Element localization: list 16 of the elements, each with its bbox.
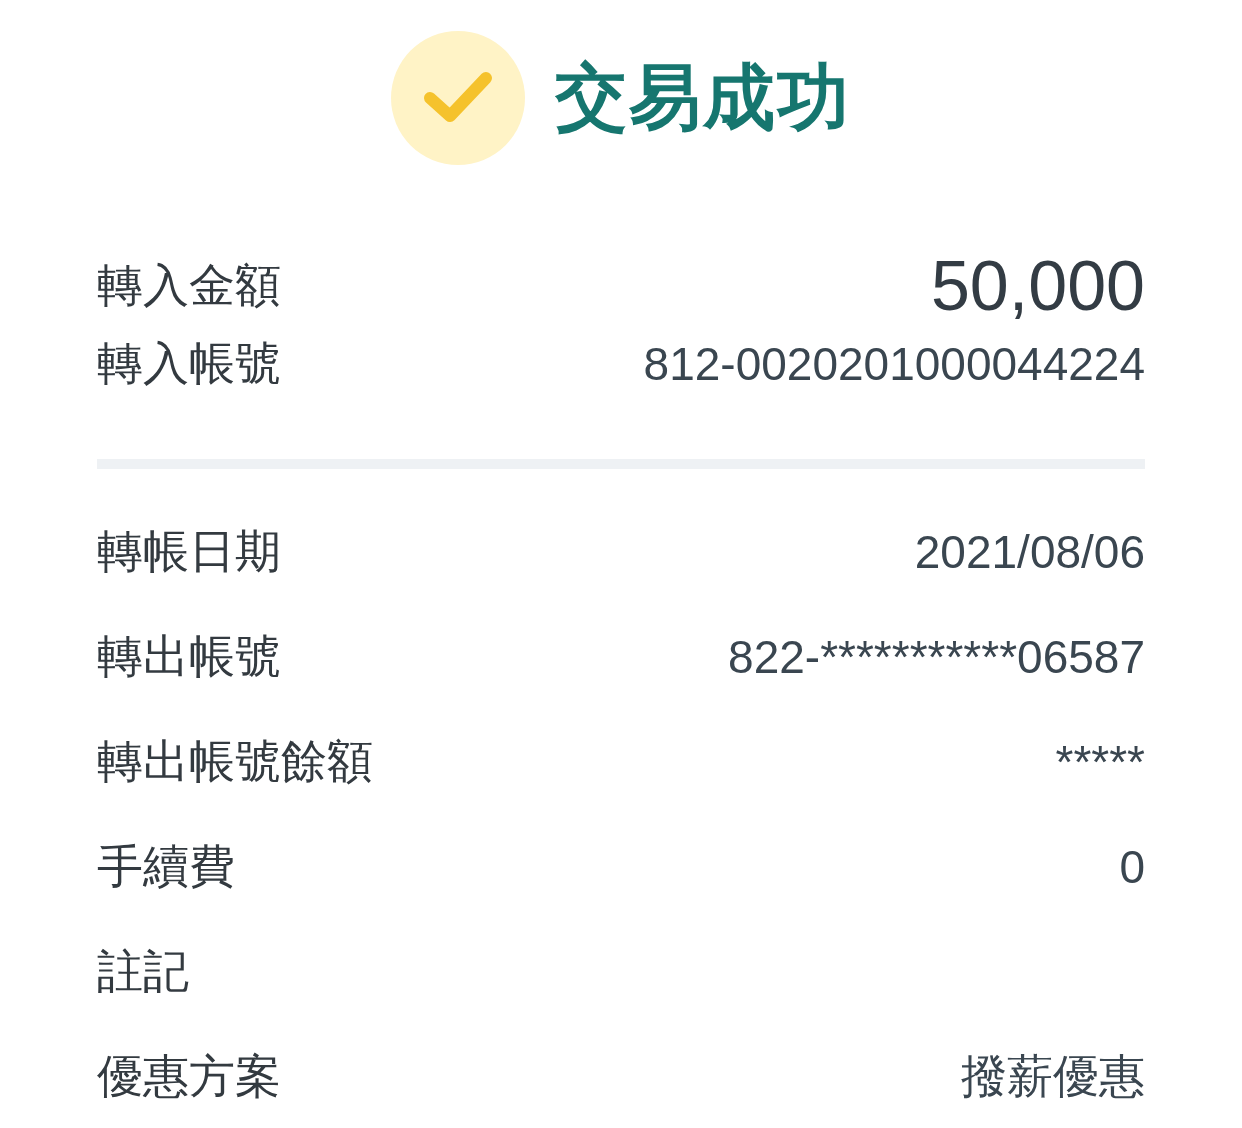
field-label: 註記 — [97, 943, 189, 999]
field-label: 轉帳日期 — [97, 523, 281, 579]
field-label: 轉入帳號 — [97, 336, 281, 391]
field-value: 822-***********06587 — [728, 629, 1145, 684]
field-label: 轉入金額 — [97, 258, 281, 313]
field-label: 手續費 — [97, 838, 235, 894]
field-label: 轉出帳號 — [97, 628, 281, 684]
amount-value: 50,000 — [930, 250, 1145, 322]
page-title: 交易成功 — [555, 55, 851, 139]
field-value: ***** — [1055, 734, 1145, 789]
field-value: 812-0020201000044224 — [643, 337, 1145, 391]
field-value: 撥薪優惠 — [961, 1048, 1145, 1104]
field-label: 轉出帳號餘額 — [97, 733, 373, 789]
field-value: 0 — [1119, 839, 1145, 894]
field-label: 優惠方案 — [97, 1048, 281, 1104]
field-value: 2021/08/06 — [914, 524, 1145, 579]
